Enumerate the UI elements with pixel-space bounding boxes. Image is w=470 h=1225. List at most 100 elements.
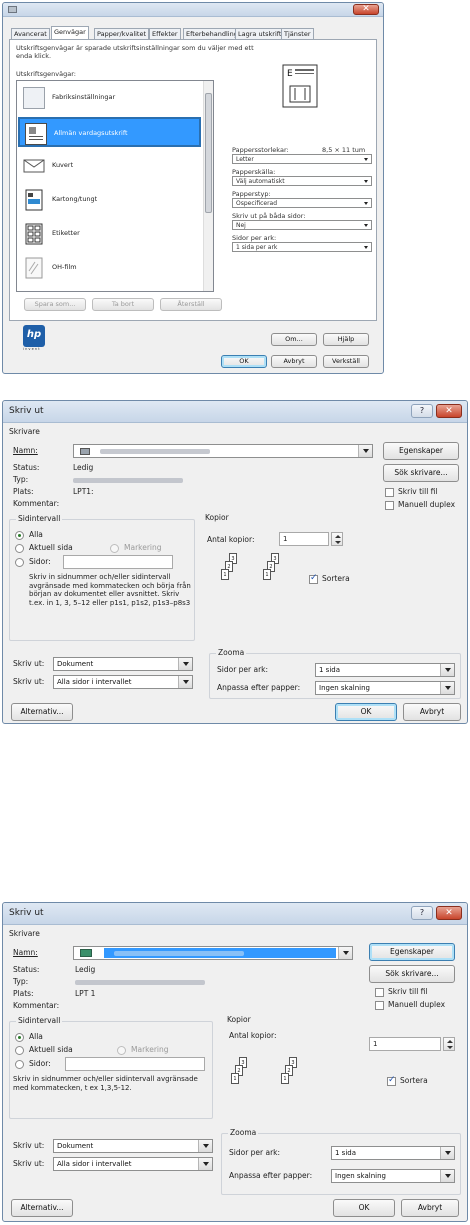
pages-radio[interactable] [15, 558, 24, 567]
paper-size-select[interactable]: Letter [232, 154, 372, 164]
all-radio[interactable] [15, 1033, 24, 1042]
tab-job-storage[interactable]: Lagra utskrift [235, 28, 285, 39]
tab-finishing[interactable]: Efterbehandling [183, 28, 241, 39]
hp-logo: hp [23, 325, 45, 347]
find-printer-button[interactable]: Sök skrivare... [369, 965, 455, 983]
collate-label: Sortera [400, 1076, 428, 1085]
status-value: Ledig [75, 965, 96, 974]
pages-per-sheet-value: 1 sida [335, 1149, 357, 1157]
print-what-label: Skriv ut: [13, 659, 45, 668]
print-select[interactable]: Alla sidor i intervallet [53, 675, 193, 689]
list-item[interactable]: Kartong/tungt [18, 185, 201, 215]
options-button[interactable]: Alternativ... [11, 703, 73, 721]
find-printer-button[interactable]: Sök skrivare... [383, 464, 459, 482]
collate-icon: 3 2 1 3 2 1 [229, 1057, 309, 1097]
pages-per-sheet-select[interactable]: 1 sida [331, 1146, 455, 1160]
close-button[interactable]: ✕ [353, 4, 379, 15]
chevron-down-icon[interactable] [198, 1140, 212, 1152]
tab-services[interactable]: Tjänster [281, 28, 314, 39]
print-what-select[interactable]: Dokument [53, 1139, 213, 1153]
print-to-file-checkbox[interactable] [385, 488, 394, 497]
current-page-radio[interactable] [15, 1046, 24, 1055]
chevron-down-icon[interactable] [440, 682, 454, 694]
chevron-down-icon[interactable] [178, 676, 192, 688]
pages-input[interactable] [63, 555, 173, 569]
properties-button[interactable]: Egenskaper [383, 442, 459, 460]
chevron-down-icon[interactable] [440, 1147, 454, 1159]
pages-input[interactable] [65, 1057, 205, 1071]
cancel-button[interactable]: Avbryt [271, 355, 317, 368]
chevron-down-icon[interactable] [440, 664, 454, 676]
selection-radio[interactable] [117, 1046, 126, 1055]
print-to-file-checkbox[interactable] [375, 988, 384, 997]
selection-radio[interactable] [110, 544, 119, 553]
help-icon[interactable]: ? [411, 906, 433, 920]
reset-button[interactable]: Återställ [160, 298, 222, 311]
chevron-down-icon[interactable] [358, 445, 372, 457]
paper-source-select[interactable]: Välj automatiskt [232, 176, 372, 186]
all-radio[interactable] [15, 531, 24, 540]
list-item-selected[interactable]: Allmän vardagsutskrift [18, 117, 201, 147]
manual-duplex-label: Manuell duplex [388, 1000, 446, 1009]
help-icon[interactable]: ? [411, 404, 433, 418]
collate-checkbox[interactable] [387, 1075, 396, 1086]
close-button[interactable]: ✕ [436, 906, 462, 920]
ok-button[interactable]: OK [333, 1199, 395, 1217]
properties-button[interactable]: Egenskaper [369, 943, 455, 961]
list-scrollbar[interactable] [203, 81, 213, 291]
paper-type-select[interactable]: Ospecificerad [232, 198, 372, 208]
manual-duplex-checkbox[interactable] [375, 1001, 384, 1010]
printer-name-select[interactable] [73, 444, 373, 458]
save-as-button[interactable]: Spara som... [24, 298, 86, 311]
tab-paper-quality[interactable]: Papper/kvalitet [94, 28, 150, 39]
options-button[interactable]: Alternativ... [11, 1199, 73, 1217]
pages-per-sheet-select[interactable]: 1 sida per ark [232, 242, 372, 252]
list-item[interactable]: Etiketter [18, 219, 201, 249]
scale-value: Ingen skalning [319, 684, 370, 692]
current-page-radio[interactable] [15, 544, 24, 553]
dialog-titlebar: Skriv ut ? ✕ [3, 401, 467, 423]
pages-per-sheet-select[interactable]: 1 sida [315, 663, 455, 677]
pages-radio[interactable] [15, 1060, 24, 1069]
close-button[interactable]: ✕ [436, 404, 462, 418]
copies-spinner[interactable] [331, 532, 343, 546]
copies-input[interactable]: 1 [369, 1037, 441, 1051]
list-item[interactable]: OH-film [18, 253, 201, 283]
help-button[interactable]: Hjälp [323, 333, 369, 346]
tab-effects[interactable]: Effekter [149, 28, 181, 39]
print-value: Alla sidor i intervallet [57, 1160, 132, 1168]
copies-spinner[interactable] [443, 1037, 455, 1051]
hp-logo-text: hp [26, 329, 42, 340]
pages-per-sheet-label: Sidor per ark: [232, 234, 277, 242]
tab-advanced[interactable]: Avancerat [11, 28, 50, 39]
scale-select[interactable]: Ingen skalning [315, 681, 455, 695]
manual-duplex-checkbox[interactable] [385, 501, 394, 510]
scale-select[interactable]: Ingen skalning [331, 1169, 455, 1183]
copies-input[interactable]: 1 [279, 532, 329, 546]
chevron-down-icon[interactable] [338, 947, 352, 959]
ok-button[interactable]: OK [335, 703, 397, 721]
chevron-down-icon[interactable] [440, 1170, 454, 1182]
print-what-select[interactable]: Dokument [53, 657, 193, 671]
chevron-down-icon[interactable] [198, 1158, 212, 1170]
about-button[interactable]: Om... [271, 333, 317, 346]
shortcuts-list[interactable]: Fabriksinställningar Allmän vardagsutskr… [16, 80, 214, 292]
duplex-select[interactable]: Nej [232, 220, 372, 230]
cancel-button[interactable]: Avbryt [403, 703, 461, 721]
page-preview-icon: E [282, 64, 318, 108]
collate-checkbox[interactable] [309, 573, 318, 584]
where-value: LPT 1 [75, 989, 96, 998]
scrollbar-thumb[interactable] [205, 93, 212, 213]
cancel-button[interactable]: Avbryt [401, 1199, 459, 1217]
ok-button[interactable]: OK [221, 355, 267, 368]
list-item[interactable]: Fabriksinställningar [18, 83, 201, 113]
printer-name-select[interactable] [73, 946, 353, 960]
chevron-down-icon[interactable] [178, 658, 192, 670]
delete-button[interactable]: Ta bort [92, 298, 154, 311]
tab-shortcuts[interactable]: Genvägar [51, 26, 89, 40]
apply-button[interactable]: Verkställ [323, 355, 369, 368]
zoom-title: Zooma [228, 1128, 259, 1137]
list-item[interactable]: Kuvert [18, 151, 201, 181]
collate-label: Sortera [322, 574, 350, 583]
print-select[interactable]: Alla sidor i intervallet [53, 1157, 213, 1171]
